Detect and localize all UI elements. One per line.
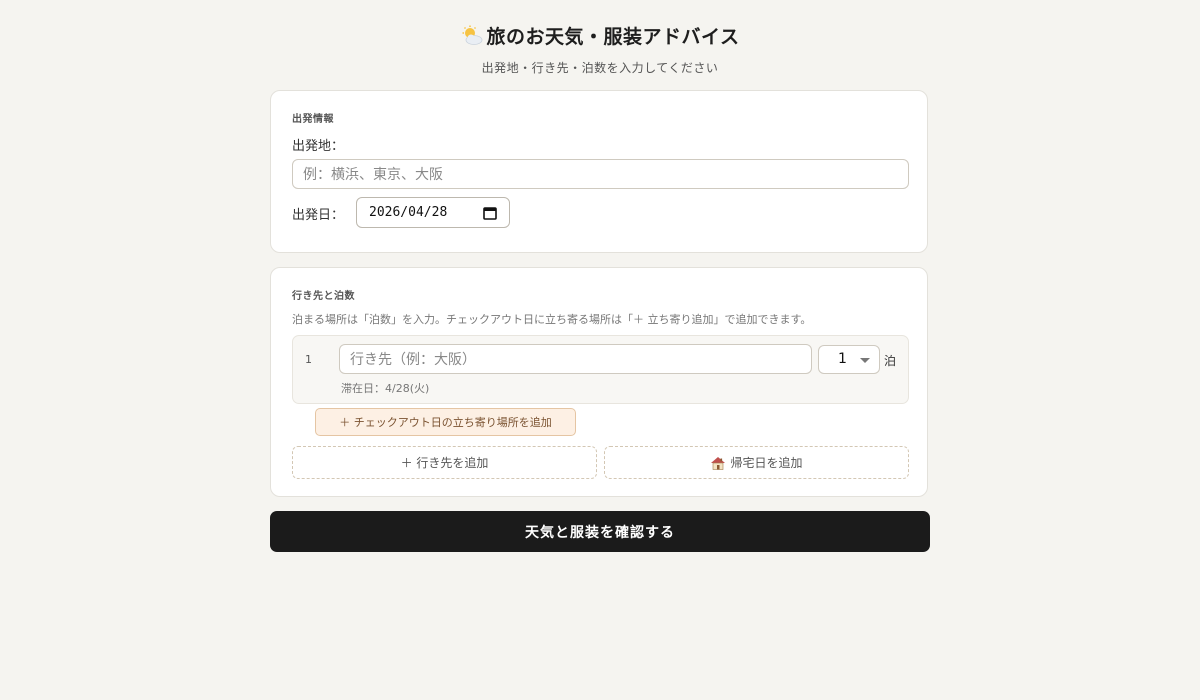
submit-button[interactable]: 天気と服装を確認する bbox=[270, 511, 930, 552]
calendar-icon[interactable] bbox=[483, 206, 497, 220]
page-subtitle: 出発地・行き先・泊数を入力してください bbox=[481, 60, 719, 75]
destination-row-number: 1 bbox=[305, 353, 312, 366]
date-label: 出発日： bbox=[292, 208, 345, 223]
nights-value: 1 bbox=[838, 351, 847, 367]
page-header: 旅のお天気・服装アドバイス 出発地・行き先・泊数を入力してください bbox=[0, 0, 1200, 76]
page-title-text: 旅のお天気・服装アドバイス bbox=[486, 26, 740, 48]
departure-date-value: 2026/04/28 bbox=[369, 205, 448, 220]
chevron-down-icon bbox=[860, 358, 870, 363]
add-return-date-button[interactable]: 帰宅日を追加 bbox=[604, 446, 909, 479]
origin-placeholder: 例：横浜、東京、大阪 bbox=[303, 167, 443, 183]
stay-date: 滞在日：4/28(火) bbox=[341, 382, 430, 395]
destination-row: 1 行き先（例：大阪） 1 泊 滞在日：4/28(火) bbox=[292, 335, 909, 404]
departure-card: 出発情報 出発地： 例：横浜、東京、大阪 出発日： 2026/04/28 bbox=[270, 90, 928, 253]
destinations-hint: 泊まる場所は「泊数」を入力。チェックアウト日に立ち寄る場所は「＋ 立ち寄り追加」… bbox=[292, 313, 812, 326]
sun-behind-cloud-icon bbox=[462, 25, 482, 45]
origin-input[interactable]: 例：横浜、東京、大阪 bbox=[292, 159, 909, 189]
add-stopover-button[interactable]: ＋ チェックアウト日の立ち寄り場所を追加 bbox=[315, 408, 576, 436]
destination-placeholder: 行き先（例：大阪） bbox=[350, 352, 476, 368]
add-destination-button[interactable]: ＋ 行き先を追加 bbox=[292, 446, 597, 479]
departure-date-input[interactable]: 2026/04/28 bbox=[356, 197, 510, 228]
departure-section-title: 出発情報 bbox=[292, 114, 334, 125]
destination-input[interactable]: 行き先（例：大阪） bbox=[339, 344, 812, 374]
house-icon bbox=[711, 456, 726, 470]
origin-label: 出発地： bbox=[292, 139, 345, 154]
nights-unit: 泊 bbox=[884, 354, 897, 368]
destinations-section-title: 行き先と泊数 bbox=[292, 291, 355, 302]
nights-select[interactable]: 1 bbox=[818, 345, 880, 374]
add-return-date-label: 帰宅日を追加 bbox=[730, 456, 803, 470]
page-title: 旅のお天気・服装アドバイス bbox=[461, 22, 740, 49]
destinations-card: 行き先と泊数 泊まる場所は「泊数」を入力。チェックアウト日に立ち寄る場所は「＋ … bbox=[270, 267, 928, 497]
